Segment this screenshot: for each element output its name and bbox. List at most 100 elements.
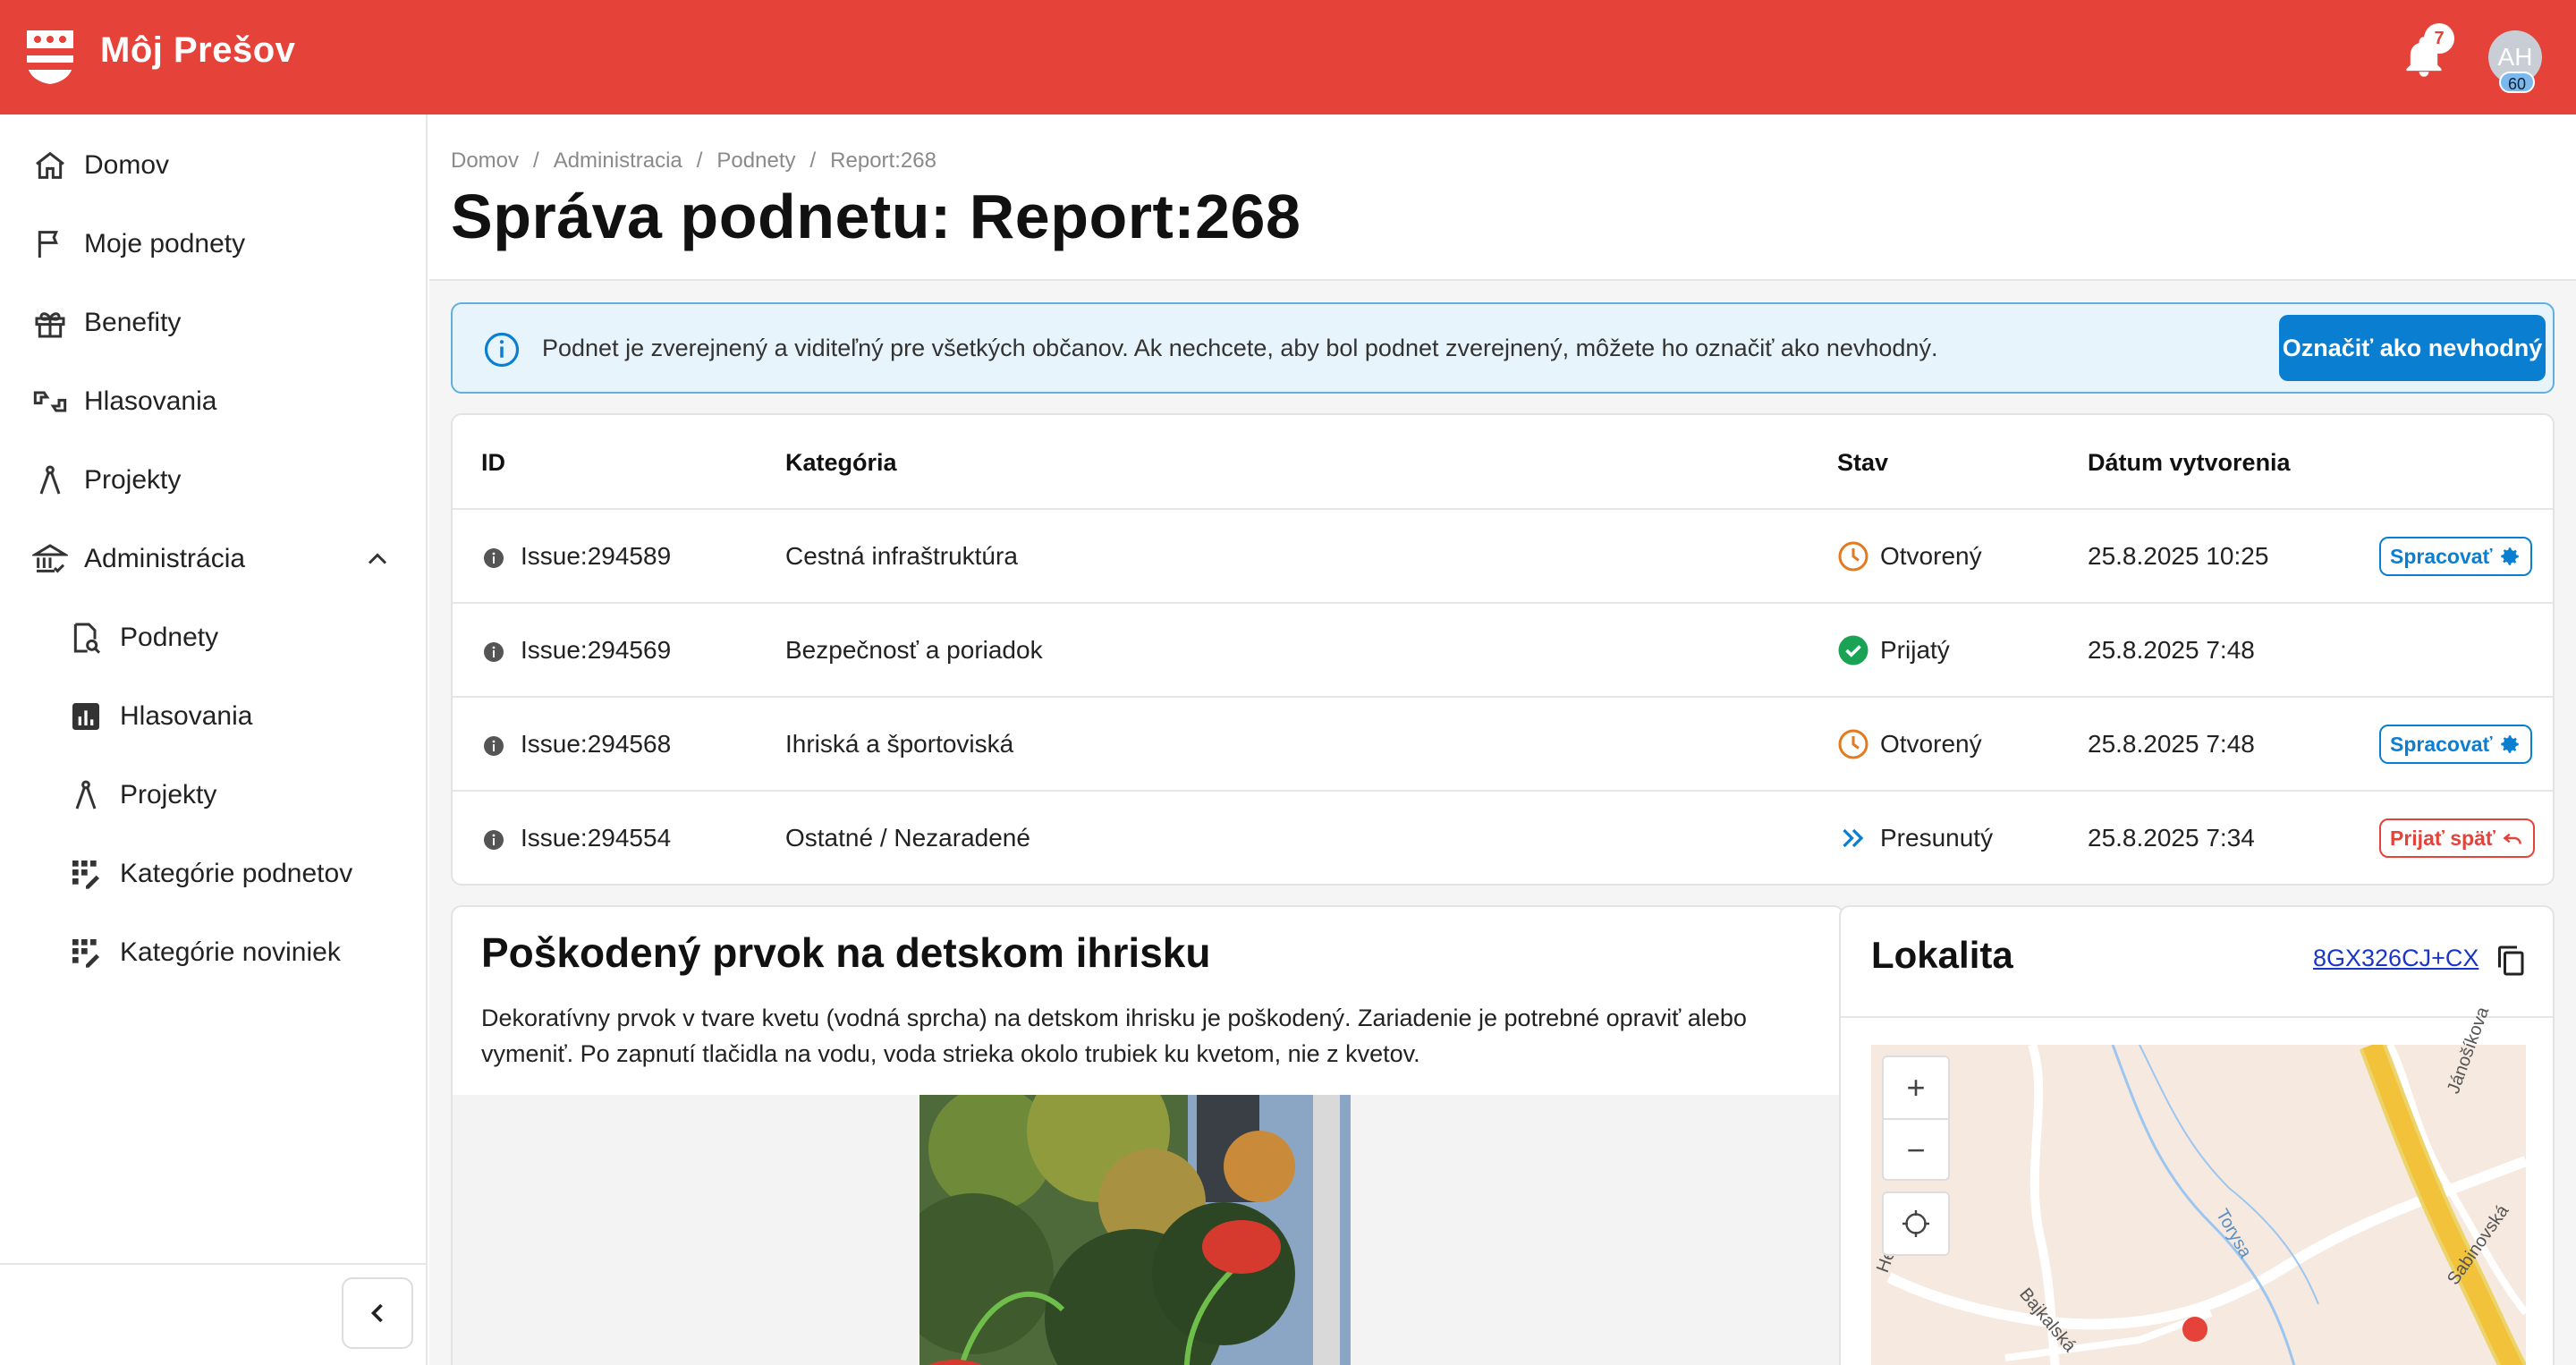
accept-back-button-label: Prijať späť [2390,827,2496,850]
sidebar-item-kategorie-noviniek[interactable]: Kategórie noviniek [0,921,428,984]
column-header-status[interactable]: Stav [1837,449,1888,477]
column-header-category[interactable]: Kategória [785,449,897,477]
info-icon[interactable] [483,641,504,663]
issue-title: Poškodený prvok na detskom ihrisku [481,929,1211,976]
map-zoom-controls: + − [1882,1056,1950,1181]
issues-table: ID Kategória Stav Dátum vytvorenia Issue… [451,413,2555,886]
info-icon [484,332,520,368]
undo-icon [2503,833,2521,844]
crosshair-icon[interactable] [1900,1208,1932,1240]
issue-status: Presunutý [1880,824,1994,852]
collapse-sidebar-button[interactable] [342,1277,413,1349]
breadcrumb-item[interactable]: Domov [451,148,519,174]
sidebar-item-projekty-admin[interactable]: Projekty [0,764,428,827]
chevron-up-icon[interactable] [361,543,394,575]
compass-icon [39,465,61,495]
page-title: Správa podnetu: Report:268 [451,182,1301,251]
location-title: Lokalita [1871,934,2013,976]
sidebar-item-label: Domov [84,150,170,180]
table-row[interactable]: Issue:294554 Ostatné / Nezaradené Presun… [453,790,2553,884]
issue-id: Issue:294589 [521,542,672,570]
zoom-in-button[interactable]: + [1884,1057,1948,1118]
column-header-created[interactable]: Dátum vytvorenia [2088,449,2291,477]
notification-count-badge: 7 [2424,23,2454,54]
issue-detail-card: Poškodený prvok na detskom ihrisku Dekor… [451,905,1844,1365]
copy-icon[interactable] [2496,943,2528,979]
issue-status: Otvorený [1880,542,1982,570]
sidebar-item-hlasovania[interactable]: Hlasovania [0,370,428,433]
sidebar-item-benefity[interactable]: Benefity [0,292,428,354]
breadcrumb-item[interactable]: Podnety [716,148,795,174]
sidebar-item-label: Hlasovania [120,701,253,731]
mark-inappropriate-button[interactable]: Označiť ako nevhodný [2279,315,2546,381]
sidebar-item-projekty[interactable]: Projekty [0,449,428,512]
issue-category: Bezpečnosť a poriadok [785,636,1043,664]
vote-icon [33,391,67,412]
location-card: Lokalita 8GX326CJ+CX Jánošíkova Sabinovs… [1839,905,2555,1365]
breadcrumb-item-current: Report:268 [830,148,936,173]
accept-back-button[interactable]: Prijať späť [2379,818,2535,858]
avatar-points-badge: 60 [2499,72,2536,93]
column-header-id[interactable]: ID [481,449,505,477]
issue-created: 25.8.2025 7:34 [2088,824,2255,852]
clock-icon [1838,729,1868,759]
info-icon[interactable] [483,829,504,851]
location-map[interactable]: Jánošíkova Sabinovská Torysa Bajkalská H… [1871,1005,2526,1365]
app-title[interactable]: Môj Prešov [100,30,295,71]
location-divider [1841,1016,2553,1018]
bank-icon [32,544,68,573]
bar-chart-icon [72,703,99,730]
sidebar-item-label: Kategórie noviniek [120,937,341,967]
info-icon[interactable] [483,735,504,757]
issue-category: Ostatné / Nezaradené [785,824,1030,852]
sidebar-item-hlasovania-admin[interactable]: Hlasovania [0,685,428,748]
photo-gallery [453,1095,1843,1365]
sidebar-item-label: Moje podnety [84,229,246,259]
flag-icon [38,231,58,258]
check-circle-icon [1838,635,1868,666]
table-row[interactable]: Issue:294569 Bezpečnosť a poriadok Prija… [453,602,2553,696]
zoom-out-button[interactable]: − [1884,1120,1948,1181]
map-canvas[interactable] [1871,1045,2526,1365]
sidebar-item-label: Projekty [84,465,182,495]
double-chevron-right-icon [1843,828,1864,848]
sidebar-item-kategorie-podnetov[interactable]: Kategórie podnetov [0,843,428,905]
table-row[interactable]: Issue:294568 Ihriská a športoviská Otvor… [453,696,2553,790]
process-button-label: Spracovať [2390,545,2493,568]
issue-created: 25.8.2025 7:48 [2088,636,2255,664]
issue-id: Issue:294569 [521,636,672,664]
table-row[interactable]: Issue:294589 Cestná infraštruktúra Otvor… [453,508,2553,602]
breadcrumb-item[interactable]: Administracia [554,148,682,174]
issue-photo[interactable] [919,1095,1351,1365]
locate-control [1882,1191,1950,1256]
breadcrumb-separator: / [696,148,703,173]
process-button[interactable]: Spracovať [2379,725,2532,764]
process-button[interactable]: Spracovať [2379,537,2532,576]
category-edit-icon [72,861,99,889]
sidebar-item-label: Benefity [84,308,182,337]
breadcrumb-separator: / [533,148,539,173]
issue-status: Otvorený [1880,730,1982,758]
page-header: Domov / Administracia / Podnety / Report… [429,114,2576,281]
city-crest-logo[interactable] [23,27,77,86]
breadcrumb: Domov / Administracia / Podnety / Report… [451,148,936,174]
plus-code-link[interactable]: 8GX326CJ+CX [2313,945,2479,972]
process-button-label: Spracovať [2390,733,2493,756]
issue-category: Cestná infraštruktúra [785,542,1018,570]
sidebar-item-label: Administrácia [84,544,246,573]
publication-alert: Podnet je zverejnený a viditeľný pre vše… [451,302,2555,394]
sidebar-item-label: Podnety [120,623,219,652]
alert-message: Podnet je zverejnený a viditeľný pre vše… [542,335,1938,361]
sidebar: Domov Moje podnety Benefity Hlasovania P… [0,114,428,1365]
sidebar-item-label: Projekty [120,780,217,810]
clock-icon [1838,541,1868,572]
sidebar-item-administracia[interactable]: Administrácia [0,528,428,590]
document-search-icon [73,623,101,654]
category-edit-icon [72,939,99,968]
gift-icon [35,312,65,338]
info-icon[interactable] [483,547,504,569]
sidebar-item-podnety[interactable]: Podnety [0,606,428,669]
gear-icon [2500,547,2519,565]
sidebar-item-moje-podnety[interactable]: Moje podnety [0,213,428,276]
sidebar-item-domov[interactable]: Domov [0,134,428,197]
